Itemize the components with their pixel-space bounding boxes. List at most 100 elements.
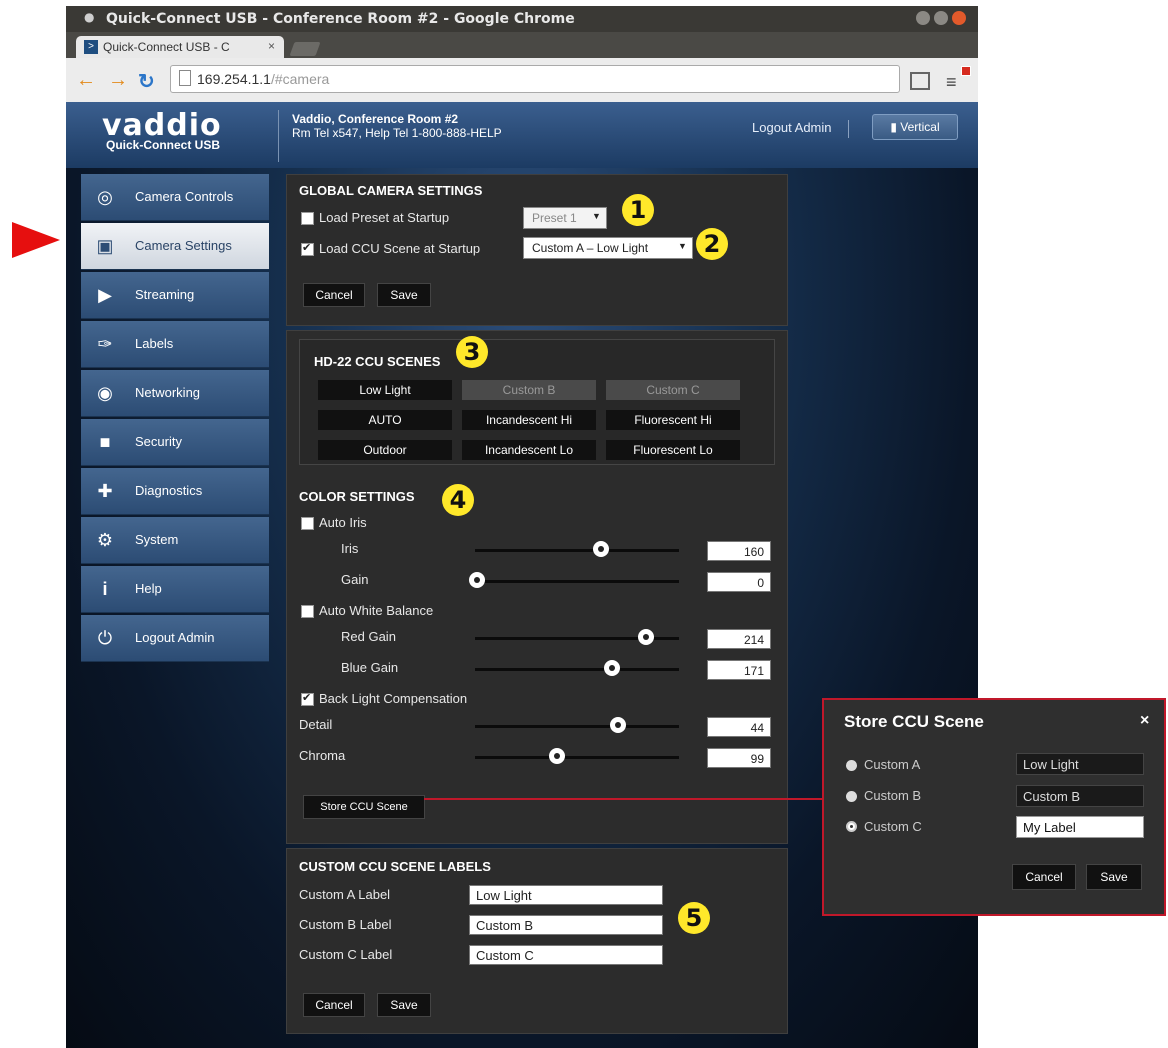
scene-low-light-button[interactable]: Low Light [318, 380, 452, 400]
back-icon[interactable]: ← [76, 69, 96, 92]
global-settings-title: GLOBAL CAMERA SETTINGS [299, 183, 483, 198]
scene-outdoor-button[interactable]: Outdoor [318, 440, 452, 460]
scene-fluorescent-lo-button[interactable]: Fluorescent Lo [606, 440, 740, 460]
tab-close-icon[interactable]: × [268, 39, 275, 53]
color-settings-title: COLOR SETTINGS [299, 489, 415, 504]
sidebar-item-diagnostics[interactable]: ✚ Diagnostics [81, 468, 269, 515]
blue-gain-slider[interactable] [475, 660, 679, 676]
load-ccu-checkbox[interactable] [301, 241, 314, 256]
blue-gain-slider-handle[interactable] [603, 660, 620, 676]
load-ccu-label: Load CCU Scene at Startup [319, 241, 481, 256]
auto-iris-label: Auto Iris [319, 515, 367, 530]
chrome-menu-icon[interactable]: ≡ [946, 72, 957, 93]
forward-icon[interactable]: → [108, 69, 128, 92]
scene-auto-button[interactable]: AUTO [318, 410, 452, 430]
global-save-button[interactable]: Save [377, 283, 431, 307]
load-preset-label: Load Preset at Startup [319, 210, 450, 225]
scene-incandescent-lo-button[interactable]: Incandescent Lo [462, 440, 596, 460]
sidebar-item-camera-settings[interactable]: ▣ Camera Settings [81, 223, 269, 270]
preset-select[interactable]: Preset 1 ▼ [523, 207, 607, 229]
custom-a-scene-label: Low Light [1016, 753, 1144, 775]
chroma-slider-handle[interactable] [548, 748, 565, 764]
iris-slider-handle[interactable] [593, 541, 610, 557]
sidebar-item-networking[interactable]: ◉ Networking [81, 370, 269, 417]
chroma-value-field[interactable]: 99 [707, 748, 771, 768]
detail-value-field[interactable]: 44 [707, 717, 771, 737]
logout-link[interactable]: Logout Admin [752, 120, 832, 135]
iris-label: Iris [341, 541, 359, 556]
sidebar-item-label: Camera Settings [135, 238, 232, 253]
url-path: /#camera [270, 71, 330, 87]
sidebar-item-labels[interactable]: ✑ Labels [81, 321, 269, 368]
minimize-button[interactable] [916, 11, 930, 25]
global-cancel-button[interactable]: Cancel [303, 283, 365, 307]
security-icon: ■ [99, 432, 111, 452]
load-preset-checkbox[interactable] [301, 212, 314, 225]
title-bar: ● Quick-Connect USB - Conference Room #2… [66, 6, 978, 32]
detail-slider[interactable] [475, 717, 679, 733]
red-gain-label: Red Gain [341, 629, 396, 644]
custom-a-option-label: Custom A [864, 757, 921, 772]
scene-incandescent-hi-button[interactable]: Incandescent Hi [462, 410, 596, 430]
labels-save-button[interactable]: Save [377, 993, 431, 1017]
maximize-button[interactable] [934, 11, 948, 25]
sidebar-item-system[interactable]: ⚙ System [81, 517, 269, 564]
sidebar-item-label: Camera Controls [135, 189, 234, 204]
gain-slider-handle[interactable] [469, 572, 486, 588]
back-light-compensation-checkbox[interactable] [301, 691, 314, 706]
scene-custom-b-button[interactable]: Custom B [462, 380, 596, 400]
sidebar-item-camera-controls[interactable]: ◎ Camera Controls [81, 174, 269, 221]
scene-fluorescent-hi-button[interactable]: Fluorescent Hi [606, 410, 740, 430]
scene-custom-c-button[interactable]: Custom C [606, 380, 740, 400]
custom-a-radio[interactable] [846, 760, 857, 771]
custom-b-radio[interactable] [846, 791, 857, 802]
address-bar[interactable]: 169.254.1.1/#camera [170, 65, 900, 93]
gain-slider[interactable] [469, 572, 679, 588]
reload-icon[interactable]: ↻ [138, 69, 155, 94]
custom-a-label-input[interactable]: Low Light [469, 885, 663, 905]
red-gain-slider-handle[interactable] [638, 629, 655, 645]
red-gain-slider[interactable] [475, 629, 679, 645]
sidebar-item-streaming[interactable]: ▶ Streaming [81, 272, 269, 319]
sidebar-item-label: Labels [135, 336, 174, 351]
chroma-slider[interactable] [475, 748, 679, 764]
blue-gain-value-field[interactable]: 171 [707, 660, 771, 680]
gain-value-field[interactable]: 0 [707, 572, 771, 592]
gain-label: Gain [341, 572, 369, 587]
iris-slider[interactable] [475, 541, 679, 557]
custom-c-radio[interactable] [846, 821, 857, 832]
close-icon[interactable]: × [1140, 712, 1149, 730]
sidebar-item-help[interactable]: i Help [81, 566, 269, 613]
window-menu-icon[interactable]: ● [84, 10, 94, 24]
callout-3: 3 [456, 336, 488, 368]
labels-cancel-button[interactable]: Cancel [303, 993, 365, 1017]
browser-tab[interactable]: > Quick-Connect USB - C × [76, 36, 284, 58]
dialog-cancel-button[interactable]: Cancel [1012, 864, 1076, 890]
iris-value-field[interactable]: 160 [707, 541, 771, 561]
camera-controls-icon: ◎ [97, 187, 113, 207]
connector-line [424, 798, 824, 800]
auto-white-balance-checkbox[interactable] [301, 605, 314, 618]
ccu-scene-select[interactable]: Custom A – Low Light ▼ [523, 237, 693, 259]
detail-slider-handle[interactable] [609, 717, 626, 733]
close-window-button[interactable] [952, 11, 966, 25]
new-tab-button[interactable] [289, 42, 321, 56]
auto-iris-checkbox[interactable] [301, 517, 314, 530]
dialog-save-button[interactable]: Save [1086, 864, 1142, 890]
red-gain-value-field[interactable]: 214 [707, 629, 771, 649]
custom-b-label-input[interactable]: Custom B [469, 915, 663, 935]
sidebar-item-logout-admin[interactable]: ⏻ Logout Admin [81, 615, 269, 662]
custom-c-label-input[interactable]: My Label [1016, 816, 1144, 838]
sidebar-item-security[interactable]: ■ Security [81, 419, 269, 466]
custom-labels-title: CUSTOM CCU SCENE LABELS [299, 859, 491, 874]
auto-white-balance-label: Auto White Balance [319, 603, 434, 618]
store-ccu-scene-dialog: Store CCU Scene × Custom A Low Light Cus… [822, 698, 1166, 916]
vertical-layout-button[interactable]: ▮ Vertical [872, 114, 958, 140]
custom-scene-labels-panel: CUSTOM CCU SCENE LABELS Custom A Label L… [286, 848, 788, 1034]
favicon-icon: > [84, 40, 98, 54]
custom-c-label-input[interactable]: Custom C [469, 945, 663, 965]
store-ccu-scene-button[interactable]: Store CCU Scene [303, 795, 425, 819]
fullscreen-icon[interactable] [910, 72, 930, 90]
sidebar-item-label: Logout Admin [135, 630, 215, 645]
chroma-label: Chroma [299, 748, 346, 763]
